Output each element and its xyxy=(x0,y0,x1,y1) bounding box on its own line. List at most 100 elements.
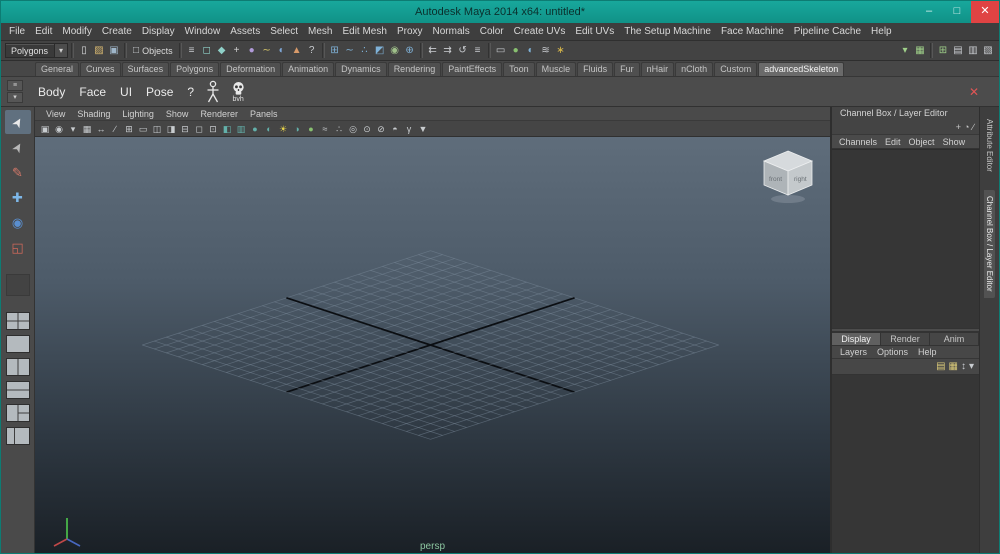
scale-tool-button[interactable]: ◱ xyxy=(5,235,31,259)
menu-item[interactable]: File xyxy=(4,23,30,40)
panel-menu-item[interactable]: View xyxy=(40,109,71,119)
channel-box-menu-item[interactable]: Object xyxy=(905,137,939,147)
shelf-tab[interactable]: Deformation xyxy=(220,62,282,76)
make-live-icon[interactable]: ◉ xyxy=(388,43,402,58)
snap-to-curves-icon[interactable]: ∼ xyxy=(343,43,357,58)
exposure-icon[interactable]: ◓ xyxy=(388,122,402,136)
shadows-icon[interactable]: ◑ xyxy=(290,122,304,136)
menu-item[interactable]: Color xyxy=(475,23,509,40)
hotbox-controls-icon[interactable]: ▥ xyxy=(966,43,980,58)
two-d-pan-zoom-icon[interactable]: ↔ xyxy=(94,122,108,136)
sidebar-tab[interactable]: Channel Box / Layer Editor xyxy=(984,189,995,298)
panel-menu-item[interactable]: Panels xyxy=(244,109,284,119)
toggle-panel-menus-icon[interactable]: ▾ xyxy=(898,43,912,58)
film-gate-icon[interactable]: ▭ xyxy=(136,122,150,136)
layout-three-pane-button[interactable] xyxy=(5,404,30,422)
shelf-tab[interactable]: Curves xyxy=(80,62,121,76)
shelf-tab[interactable]: advancedSkeleton xyxy=(758,62,845,76)
layer-editor-tab[interactable]: Render xyxy=(881,332,930,346)
layout-four-pane-button[interactable] xyxy=(5,312,30,330)
viewport-canvas[interactable]: front right persp xyxy=(35,137,830,553)
snap-align-icon[interactable]: ⊕ xyxy=(403,43,417,58)
sidebar-tab[interactable]: Attribute Editor xyxy=(984,113,995,178)
new-scene-icon[interactable]: ▯ xyxy=(77,43,91,58)
mask-misc-icon[interactable]: ? xyxy=(305,43,319,58)
shelf-tab[interactable]: Rendering xyxy=(387,62,442,76)
new-empty-layer-icon[interactable]: ▤ xyxy=(936,360,945,374)
layout-two-pane-side-button[interactable] xyxy=(5,358,30,376)
render-current-frame-icon[interactable]: ● xyxy=(509,43,523,58)
show-ui-elements-icon[interactable]: ▤ xyxy=(951,43,965,58)
panel-menu-item[interactable]: Shading xyxy=(71,109,116,119)
menu-item[interactable]: Normals xyxy=(428,23,475,40)
shelf-button[interactable]: ? xyxy=(180,78,201,106)
grid-toggle-icon[interactable]: ⊞ xyxy=(122,122,136,136)
rotate-tool-button[interactable]: ◉ xyxy=(5,210,31,234)
paint-select-tool-button[interactable]: ✎ xyxy=(5,160,31,184)
textured-mode-icon[interactable]: ◐ xyxy=(262,122,276,136)
shaded-mode-icon[interactable]: ● xyxy=(248,122,262,136)
minimize-button[interactable]: – xyxy=(915,1,943,23)
shelf-tab[interactable]: Fluids xyxy=(577,62,614,76)
menu-item[interactable]: Display xyxy=(137,23,180,40)
menu-item[interactable]: Create UVs xyxy=(509,23,571,40)
panel-menu-item[interactable]: Show xyxy=(160,109,195,119)
select-by-object-icon[interactable]: ◻ xyxy=(200,43,214,58)
layout-outliner-persp-button[interactable] xyxy=(5,427,30,445)
render-settings-icon[interactable]: ≋ xyxy=(539,43,553,58)
select-by-component-icon[interactable]: ◆ xyxy=(215,43,229,58)
menu-item[interactable]: Assets xyxy=(225,23,265,40)
panel-menu-item[interactable]: Renderer xyxy=(194,109,244,119)
list-history-icon[interactable]: ≡ xyxy=(471,43,485,58)
character-figure-button[interactable] xyxy=(201,79,225,105)
channel-box-menu-item[interactable]: Channels xyxy=(835,137,881,147)
gate-mask-icon[interactable]: ◨ xyxy=(164,122,178,136)
move-tool-button[interactable]: ✚ xyxy=(5,185,31,209)
wireframe-icon[interactable]: ▥ xyxy=(234,122,248,136)
view-cube[interactable]: front right xyxy=(756,145,820,209)
resolution-gate-icon[interactable]: ◫ xyxy=(150,122,164,136)
channel-box-menu-item[interactable]: Show xyxy=(939,137,970,147)
bvh-import-button[interactable]: bvh xyxy=(225,81,251,103)
gamma-icon[interactable]: γ xyxy=(402,122,416,136)
layout-two-pane-stacked-button[interactable] xyxy=(5,381,30,399)
input-connections-icon[interactable]: ⇇ xyxy=(426,43,440,58)
mask-curves-icon[interactable]: ∼ xyxy=(260,43,274,58)
shelf-tab[interactable]: nHair xyxy=(640,62,675,76)
viewport-renderer-icon[interactable]: ▼ xyxy=(416,122,430,136)
menu-item[interactable]: Help xyxy=(866,23,897,40)
new-layer-from-selected-icon[interactable]: ▦ xyxy=(949,360,958,374)
menu-item[interactable]: Mesh xyxy=(303,23,337,40)
select-by-hierarchy-icon[interactable]: ≡ xyxy=(185,43,199,58)
shelf-button[interactable]: Body xyxy=(31,78,72,106)
menu-item[interactable]: The Setup Machine xyxy=(619,23,716,40)
menu-item[interactable]: Select xyxy=(265,23,303,40)
layer-editor-tab[interactable]: Display xyxy=(832,332,881,346)
menu-set-dropdown[interactable]: Polygons ▾ xyxy=(5,43,69,58)
layout-single-pane-button[interactable] xyxy=(5,335,30,353)
multisample-icon[interactable]: ∴ xyxy=(332,122,346,136)
depth-of-field-icon[interactable]: ◎ xyxy=(346,122,360,136)
layer-editor-menu-item[interactable]: Help xyxy=(914,347,941,357)
mask-surfaces-icon[interactable]: ◐ xyxy=(275,43,289,58)
selection-mode-combo[interactable]: □ Objects xyxy=(130,45,176,56)
close-button[interactable]: ✕ xyxy=(971,1,999,23)
shelf-button[interactable]: Pose xyxy=(139,78,180,106)
output-connections-icon[interactable]: ⇉ xyxy=(441,43,455,58)
menu-item[interactable]: Modify xyxy=(57,23,96,40)
layer-editor-tab[interactable]: Anim xyxy=(930,332,979,346)
menu-item[interactable]: Proxy xyxy=(392,23,428,40)
menu-item[interactable]: Window xyxy=(180,23,226,40)
bookmarks-icon[interactable]: ▾ xyxy=(66,122,80,136)
snap-to-grids-icon[interactable]: ⊞ xyxy=(328,43,342,58)
safe-title-icon[interactable]: ⊡ xyxy=(206,122,220,136)
mask-joints-icon[interactable]: ● xyxy=(245,43,259,58)
layer-editor-menu-item[interactable]: Options xyxy=(873,347,912,357)
toggle-shelf-icon[interactable]: ▦ xyxy=(913,43,927,58)
shelf-arrow-button[interactable]: ≡ xyxy=(7,80,23,91)
safe-action-icon[interactable]: ◻ xyxy=(192,122,206,136)
shelf-arrow-button[interactable]: ▾ xyxy=(7,92,23,103)
sort-layers-icon[interactable]: ↕ xyxy=(961,360,966,374)
motion-blur-icon[interactable]: ≈ xyxy=(318,122,332,136)
paint-effects-icon[interactable]: ∗ xyxy=(554,43,568,58)
